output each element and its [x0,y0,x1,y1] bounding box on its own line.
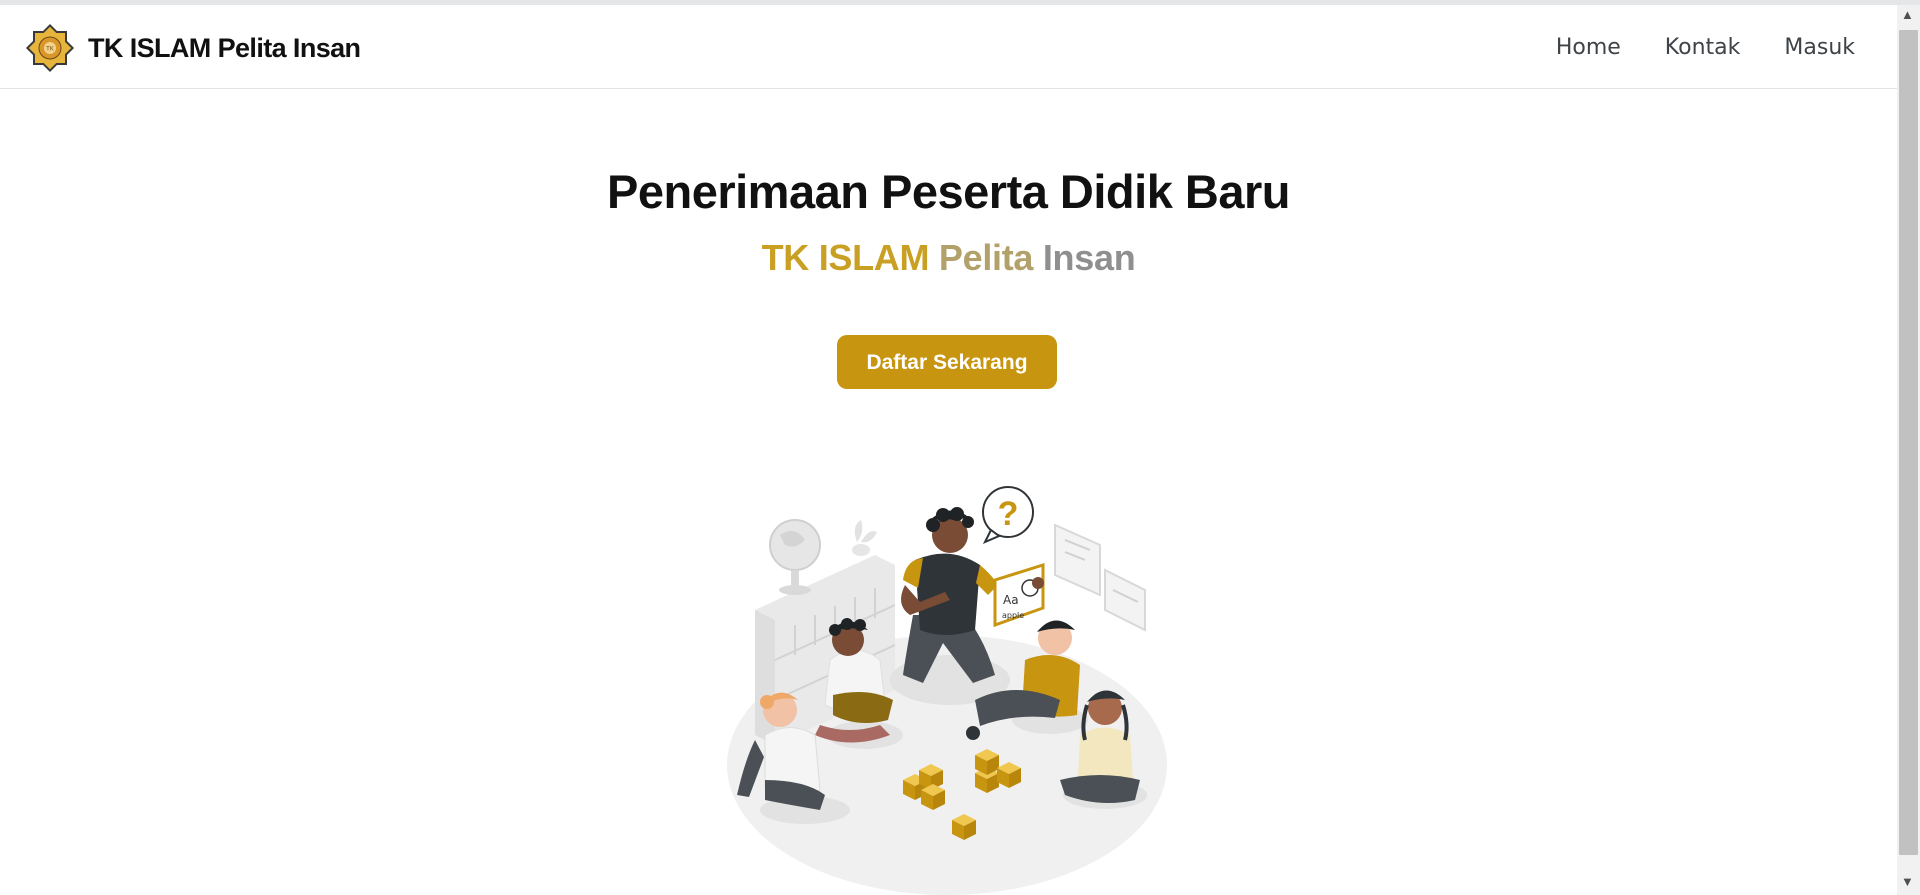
brand-name: TK ISLAM Pelita Insan [88,32,361,63]
question-mark: ? [998,495,1019,533]
hero-subtitle: TK ISLAM Pelita Insan [0,237,1897,279]
classroom-illustration: Aa apple ? [727,486,1167,895]
nav-kontak[interactable]: Kontak [1665,35,1741,60]
subtitle-part-pelita: Pelita [938,237,1034,278]
scrollbar-thumb[interactable] [1899,30,1918,855]
scroll-down-arrow-icon[interactable]: ▼ [1901,875,1914,889]
chart-boards-illustration [1054,523,1146,632]
nav-home[interactable]: Home [1556,35,1621,60]
navbar: TK TK ISLAM Pelita Insan Home Kontak Mas… [0,5,1897,89]
card-text-aa: Aa [1003,593,1019,607]
subtitle-part-insan: Insan [1042,237,1136,278]
card-text-apple: apple [1002,611,1024,620]
school-logo-icon: TK [25,23,75,73]
nav-masuk[interactable]: Masuk [1784,35,1855,60]
scroll-up-arrow-icon[interactable]: ▲ [1901,8,1914,22]
register-now-button[interactable]: Daftar Sekarang [837,335,1057,389]
question-bubble-icon: ? [982,486,1034,544]
brand[interactable]: TK TK ISLAM Pelita Insan [24,22,361,74]
svg-text:TK: TK [46,47,54,53]
subtitle-part-tk-islam: TK ISLAM [761,237,930,278]
main-nav: Home Kontak Masuk [1512,35,1855,60]
hero-title: Penerimaan Peserta Didik Baru [607,165,1290,218]
